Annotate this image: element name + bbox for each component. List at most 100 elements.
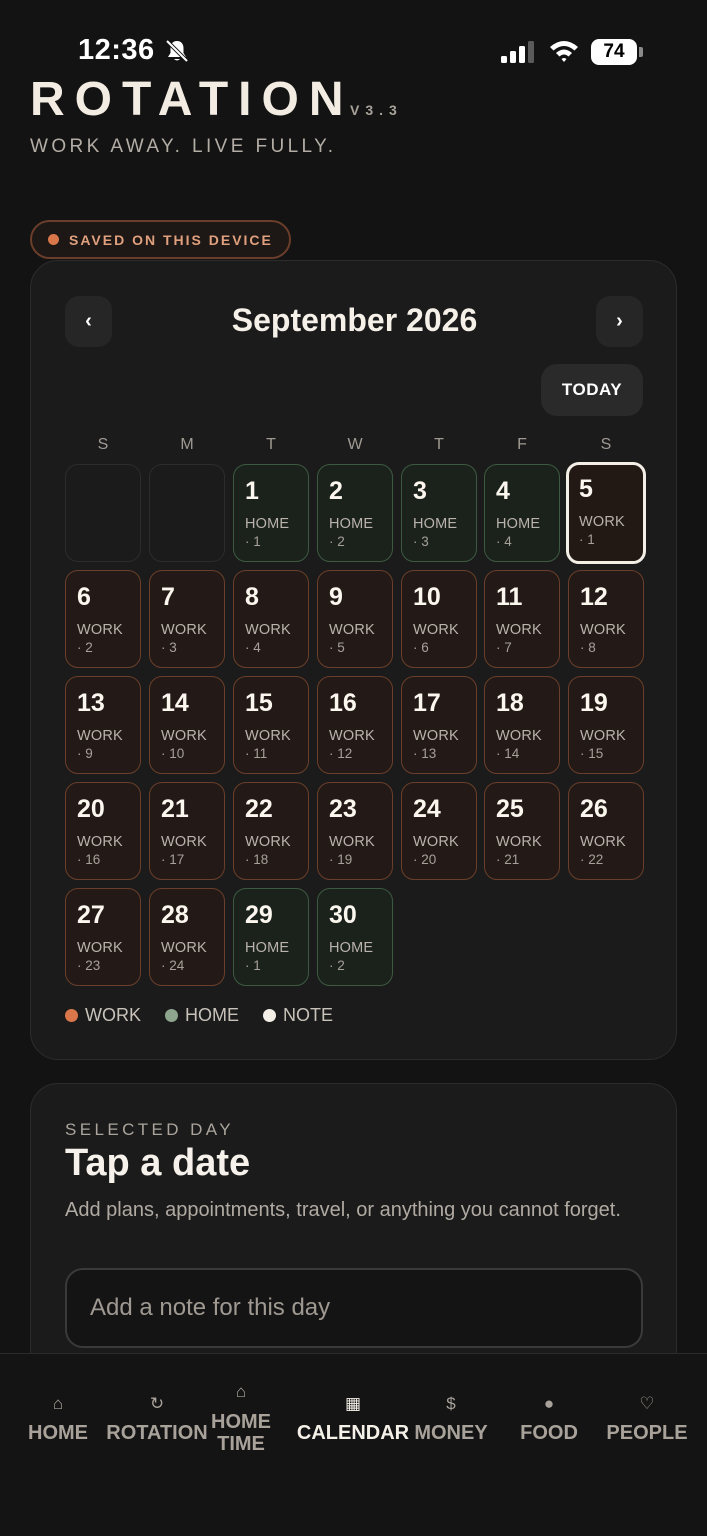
day-shift-count: · 4 <box>245 640 261 655</box>
weekday-label: S <box>97 436 109 453</box>
nav-item-people[interactable]: ♡ PEOPLE <box>602 1354 692 1474</box>
day-shift-count: · 18 <box>245 852 269 867</box>
status-dot-icon <box>48 234 59 245</box>
nav-item-home-time[interactable]: ⌂ HOME TIME <box>206 1354 276 1474</box>
legend-item-home: HOME <box>165 1005 239 1026</box>
day-shift-type: HOME <box>245 940 290 956</box>
weekday-label: F <box>517 436 527 453</box>
legend-dot-icon <box>165 1009 178 1022</box>
day-number: 9 <box>329 583 343 611</box>
app-tagline: WORK AWAY. LIVE FULLY. <box>30 136 337 157</box>
calendar-day-5[interactable]: 5 WORK · 1 <box>566 462 646 564</box>
calendar-card: ‹ September 2026 › TODAY SMTWTFS 1 HOME · … <box>30 260 677 1060</box>
saved-status-text: SAVED ON THIS DEVICE <box>69 231 273 248</box>
day-number: 26 <box>580 795 608 823</box>
calendar-day-26[interactable]: 26 WORK · 22 <box>568 782 644 880</box>
calendar-day-28[interactable]: 28 WORK · 24 <box>149 888 225 986</box>
day-shift-type: WORK <box>413 622 459 638</box>
nav-label: HOME <box>28 1422 88 1444</box>
day-shift-count: · 22 <box>580 852 604 867</box>
calendar-day-29[interactable]: 29 HOME · 1 <box>233 888 309 986</box>
calendar-day-3[interactable]: 3 HOME · 3 <box>401 464 477 562</box>
day-number: 15 <box>245 689 273 717</box>
calendar-day-19[interactable]: 19 WORK · 15 <box>568 676 644 774</box>
empty-day-cell <box>149 464 225 562</box>
calendar-day-14[interactable]: 14 WORK · 10 <box>149 676 225 774</box>
calendar-day-24[interactable]: 24 WORK · 20 <box>401 782 477 880</box>
legend-item-note: NOTE <box>263 1005 333 1026</box>
selected-day-eyebrow: SELECTED DAY <box>65 1120 234 1139</box>
day-number: 29 <box>245 901 273 929</box>
day-note-input[interactable] <box>65 1268 643 1348</box>
day-shift-count: · 8 <box>580 640 596 655</box>
day-number: 5 <box>579 475 593 503</box>
day-number: 22 <box>245 795 273 823</box>
day-shift-type: HOME <box>413 516 458 532</box>
calendar-day-4[interactable]: 4 HOME · 4 <box>484 464 560 562</box>
legend-label: HOME <box>185 1005 239 1025</box>
calendar-day-9[interactable]: 9 WORK · 5 <box>317 570 393 668</box>
nav-label: ROTATION <box>106 1422 208 1444</box>
day-shift-type: WORK <box>496 622 542 638</box>
day-shift-count: · 1 <box>245 534 261 549</box>
day-shift-type: WORK <box>329 834 375 850</box>
day-shift-count: · 24 <box>161 958 185 973</box>
day-shift-count: · 9 <box>77 746 93 761</box>
nav-item-calendar[interactable]: ▦ CALENDAR <box>293 1354 413 1474</box>
calendar-day-17[interactable]: 17 WORK · 13 <box>401 676 477 774</box>
battery-indicator: 74 <box>591 39 643 65</box>
day-number: 4 <box>496 477 510 505</box>
day-shift-count: · 11 <box>245 746 268 761</box>
day-shift-type: WORK <box>413 834 459 850</box>
day-shift-type: HOME <box>329 940 374 956</box>
calendar-day-1[interactable]: 1 HOME · 1 <box>233 464 309 562</box>
bottom-navigation: ⌂ HOME ↻ ROTATION ⌂ HOME TIME ▦ CALENDAR $ MONEY ●… <box>0 1353 707 1536</box>
calendar-day-7[interactable]: 7 WORK · 3 <box>149 570 225 668</box>
selected-day-description: Add plans, appointments, travel, or anyt… <box>65 1199 621 1221</box>
calendar-day-2[interactable]: 2 HOME · 2 <box>317 464 393 562</box>
day-shift-type: WORK <box>329 728 375 744</box>
calendar-day-25[interactable]: 25 WORK · 21 <box>484 782 560 880</box>
day-number: 18 <box>496 689 524 717</box>
calendar-day-16[interactable]: 16 WORK · 12 <box>317 676 393 774</box>
day-shift-type: WORK <box>413 728 459 744</box>
calendar-day-30[interactable]: 30 HOME · 2 <box>317 888 393 986</box>
day-shift-count: · 5 <box>329 640 345 655</box>
nav-item-rotation[interactable]: ↻ ROTATION <box>102 1354 212 1474</box>
calendar-day-27[interactable]: 27 WORK · 23 <box>65 888 141 986</box>
calendar-day-20[interactable]: 20 WORK · 16 <box>65 782 141 880</box>
weekday-label: T <box>434 436 444 453</box>
legend-dot-icon <box>263 1009 276 1022</box>
day-number: 21 <box>161 795 189 823</box>
next-month-button[interactable]: › <box>596 296 643 347</box>
day-shift-count: · 20 <box>413 852 437 867</box>
day-shift-count: · 3 <box>413 534 429 549</box>
calendar-day-21[interactable]: 21 WORK · 17 <box>149 782 225 880</box>
calendar-day-15[interactable]: 15 WORK · 11 <box>233 676 309 774</box>
day-shift-count: · 1 <box>579 532 595 547</box>
legend-label: WORK <box>85 1005 141 1025</box>
calendar-day-10[interactable]: 10 WORK · 6 <box>401 570 477 668</box>
weekday-label: T <box>266 436 276 453</box>
nav-item-money[interactable]: $ MONEY <box>411 1354 491 1474</box>
nav-item-food[interactable]: ● FOOD <box>509 1354 589 1474</box>
calendar-day-18[interactable]: 18 WORK · 14 <box>484 676 560 774</box>
calendar-day-12[interactable]: 12 WORK · 8 <box>568 570 644 668</box>
day-shift-count: · 21 <box>496 852 520 867</box>
calendar-day-13[interactable]: 13 WORK · 9 <box>65 676 141 774</box>
nav-item-home[interactable]: ⌂ HOME <box>18 1354 98 1474</box>
day-shift-count: · 17 <box>161 852 185 867</box>
calendar-day-8[interactable]: 8 WORK · 4 <box>233 570 309 668</box>
calendar-day-22[interactable]: 22 WORK · 18 <box>233 782 309 880</box>
day-shift-count: · 2 <box>329 534 345 549</box>
calendar-day-23[interactable]: 23 WORK · 19 <box>317 782 393 880</box>
chevron-right-icon: › <box>616 310 623 332</box>
day-shift-count: · 16 <box>77 852 101 867</box>
calendar-day-6[interactable]: 6 WORK · 2 <box>65 570 141 668</box>
day-number: 14 <box>161 689 189 717</box>
day-number: 16 <box>329 689 357 717</box>
bell-muted-icon <box>165 39 189 63</box>
today-button[interactable]: TODAY <box>541 364 643 416</box>
calendar-day-11[interactable]: 11 WORK · 7 <box>484 570 560 668</box>
day-number: 7 <box>161 583 175 611</box>
